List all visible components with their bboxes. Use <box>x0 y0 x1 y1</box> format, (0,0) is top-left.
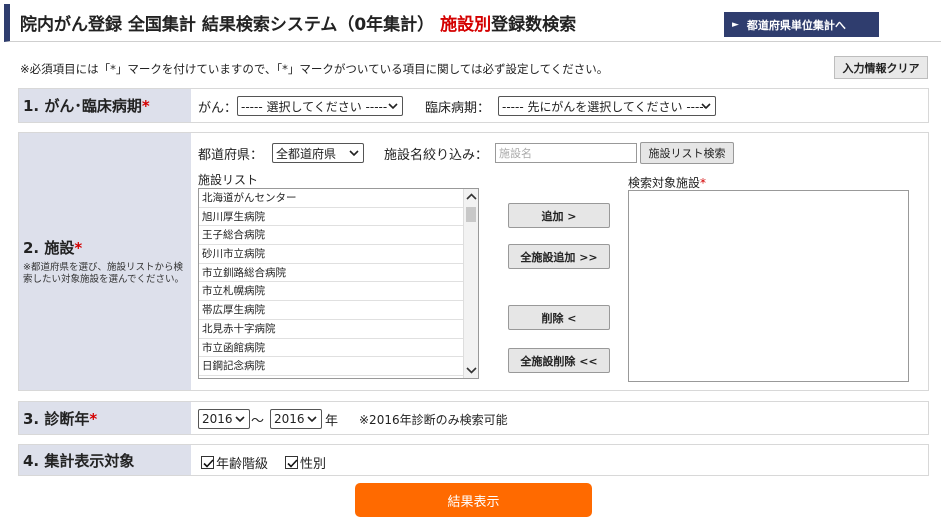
chevron-up-icon[interactable] <box>466 192 477 202</box>
section-cancer-stage: 1. がん･臨床病期* がん： ----- 選択してください ----- 臨床病… <box>18 88 929 123</box>
age-group-label: 年齢階級 <box>216 457 269 472</box>
prefecture-summary-label: 都道府県単位集計へ <box>746 18 846 32</box>
section-display-target: 4. 集計表示対象 年齢階級 性別 <box>18 444 929 476</box>
age-group-checkbox[interactable]: 年齢階級 <box>201 453 268 472</box>
list-item[interactable]: 市立釧路総合病院 <box>199 264 464 283</box>
cancer-label: がん： <box>198 101 238 116</box>
sex-checkbox[interactable]: 性別 <box>285 453 326 472</box>
prefecture-summary-button[interactable]: ► 都道府県単位集計へ <box>724 12 879 37</box>
facility-list-label: 施設リスト <box>198 173 259 187</box>
checkbox-checked-icon[interactable] <box>285 456 298 469</box>
stage-select[interactable]: ----- 先にがんを選択してください ----- <box>498 96 716 116</box>
list-item[interactable]: 北海道がんセンター <box>199 189 464 208</box>
from-year-select[interactable]: 2016 <box>198 409 250 429</box>
title-highlight: 施設別 <box>440 15 492 35</box>
list-item[interactable]: 市立函館病院 <box>199 339 464 358</box>
required-mark: * <box>89 409 98 428</box>
stage-label: 臨床病期： <box>425 101 491 116</box>
facility-name-input[interactable]: 施設名 <box>495 143 637 163</box>
year-note: ※2016年診断のみ検索可能 <box>359 413 508 427</box>
facility-list-scrollbar[interactable] <box>463 189 478 378</box>
required-mark: * <box>74 238 83 257</box>
section4-label-text: 4. 集計表示対象 <box>23 451 135 470</box>
prefecture-label: 都道府県： <box>198 148 264 163</box>
list-item[interactable]: 帯広厚生病院 <box>199 301 464 320</box>
year-range-tilde: ～ <box>251 414 265 429</box>
required-note: ※必須項目には「*」マークを付けていますので、「*」マークがついている項目に関し… <box>20 62 609 76</box>
section-facility: 2. 施設* ※都道府県を選び、施設リストから検索したい対象施設を選んでください… <box>18 132 929 391</box>
section1-label-text: 1. がん･臨床病期 <box>23 97 142 115</box>
cancer-select[interactable]: ----- 選択してください ----- <box>237 96 403 116</box>
from-year-value: 2016 <box>202 412 233 426</box>
chevron-down-icon <box>349 150 359 157</box>
scrollbar-thumb[interactable] <box>466 207 476 222</box>
chevron-down-icon <box>235 416 245 423</box>
section-label-diagnosis-year: 3. 診断年* <box>19 402 191 434</box>
list-item[interactable]: 北見赤十字病院 <box>199 320 464 339</box>
chevron-down-icon <box>307 416 317 423</box>
remove-all-button[interactable]: 全施設削除 << <box>508 348 610 373</box>
play-arrow-icon: ► <box>732 19 739 30</box>
facility-instruction: ※都道府県を選び、施設リストから検索したい対象施設を選んでください。 <box>23 261 185 285</box>
section-label-display-target: 4. 集計表示対象 <box>19 445 191 475</box>
target-facility-list[interactable] <box>628 190 909 382</box>
section-diagnosis-year: 3. 診断年* 2016 ～ 2016 年 ※2016年診断のみ検索可能 <box>18 401 929 435</box>
list-item[interactable]: 旭川厚生病院 <box>199 208 464 227</box>
title-suffix: 登録数検索 <box>491 15 577 35</box>
show-results-button[interactable]: 結果表示 <box>355 483 592 517</box>
target-facility-label: 検索対象施設* <box>628 174 706 191</box>
chevron-down-icon[interactable] <box>466 365 477 375</box>
clear-input-button[interactable]: 入力情報クリア <box>834 56 928 79</box>
list-item[interactable]: 日鋼記念病院 <box>199 357 464 376</box>
checkbox-checked-icon[interactable] <box>201 456 214 469</box>
prefecture-select[interactable]: 全都道府県 <box>272 143 364 163</box>
remove-button[interactable]: 削除 < <box>508 305 610 330</box>
add-all-button[interactable]: 全施設追加 >> <box>508 244 610 269</box>
to-year-value: 2016 <box>274 412 305 426</box>
year-unit: 年 <box>325 414 339 429</box>
chevron-down-icon <box>701 103 711 110</box>
stage-select-value: ----- 先にがんを選択してください ----- <box>502 99 708 114</box>
facility-list[interactable]: 北海道がんセンター 旭川厚生病院 王子総合病院 砂川市立病院 市立釧路総合病院 … <box>198 188 479 379</box>
list-item[interactable]: 王子総合病院 <box>199 226 464 246</box>
list-item[interactable]: 砂川市立病院 <box>199 245 464 264</box>
target-facility-label-text: 検索対象施設 <box>628 176 701 190</box>
required-mark: * <box>141 97 150 115</box>
facility-list-search-button[interactable]: 施設リスト検索 <box>640 142 734 164</box>
page-title: 院内がん登録 全国集計 結果検索システム（0年集計） 施設別登録数検索 <box>20 10 576 35</box>
to-year-select[interactable]: 2016 <box>270 409 322 429</box>
sex-label: 性別 <box>300 457 327 472</box>
section-label-cancer-stage: 1. がん･臨床病期* <box>19 89 191 122</box>
facility-filter-label: 施設名絞り込み： <box>384 148 489 163</box>
section-label-facility: 2. 施設* ※都道府県を選び、施設リストから検索したい対象施設を選んでください… <box>19 133 191 390</box>
cancer-select-value: ----- 選択してください ----- <box>241 99 388 114</box>
chevron-down-icon <box>388 103 398 110</box>
list-item[interactable]: 市立札幌病院 <box>199 282 464 302</box>
section2-label-text: 2. 施設 <box>23 238 75 257</box>
page-header: 院内がん登録 全国集計 結果検索システム（0年集計） 施設別登録数検索 ► 都道… <box>4 4 941 42</box>
required-mark: * <box>700 176 707 190</box>
prefecture-select-value: 全都道府県 <box>276 146 337 161</box>
add-button[interactable]: 追加 > <box>508 203 610 228</box>
title-prefix: 院内がん登録 全国集計 結果検索システム（0年集計） <box>20 15 435 35</box>
section3-label-text: 3. 診断年 <box>23 409 90 428</box>
